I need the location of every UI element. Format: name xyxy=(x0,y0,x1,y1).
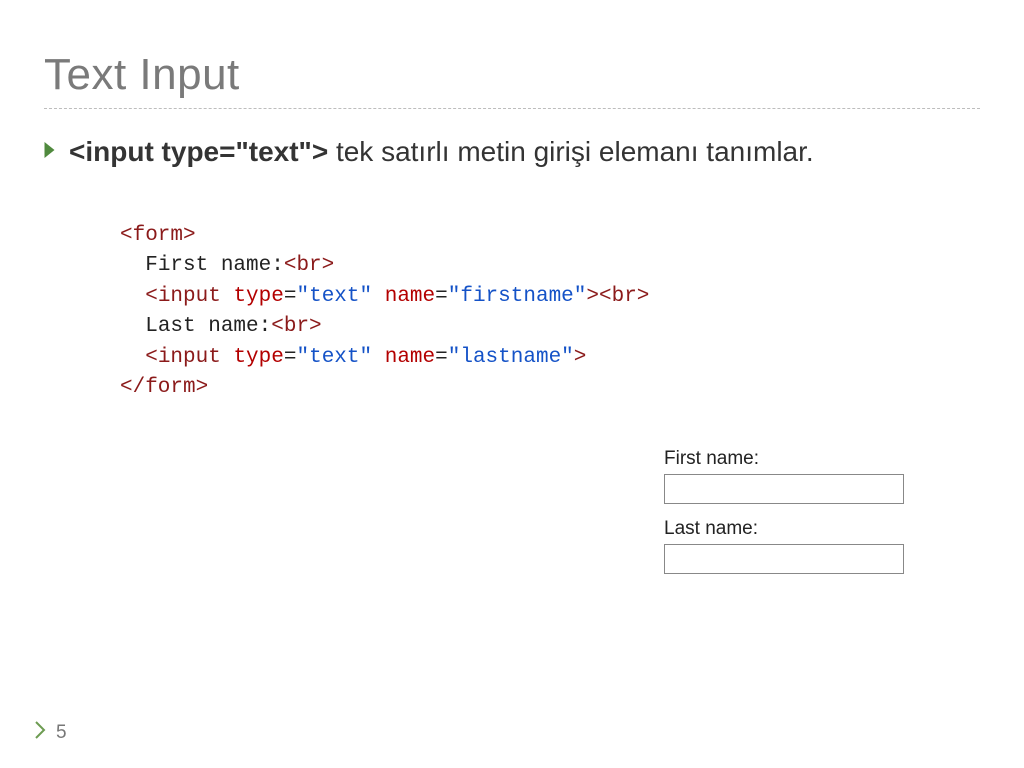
triangle-bullet-icon xyxy=(44,142,55,158)
slide-footer: 5 xyxy=(34,721,67,744)
bullet-rest: tek satırlı metin girişi elemanı tanımla… xyxy=(328,136,814,167)
code-val: "text" xyxy=(296,285,372,308)
code-tag: </form> xyxy=(120,376,208,399)
code-tag: <br> xyxy=(271,315,321,338)
form-demo: First name: Last name: xyxy=(664,448,904,588)
code-tag: <br> xyxy=(599,285,649,308)
slide-title: Text Input xyxy=(44,50,980,100)
title-divider xyxy=(44,108,980,109)
first-name-label: First name: xyxy=(664,448,904,470)
code-tag: > xyxy=(574,346,587,369)
code-tag: <form> xyxy=(120,224,196,247)
bullet-code: <input type="text"> xyxy=(69,136,328,167)
code-tag: <br> xyxy=(284,254,334,277)
code-text: Last name: xyxy=(145,315,271,338)
bullet-item: <input type="text"> tek satırlı metin gi… xyxy=(44,133,980,171)
code-attr: name xyxy=(385,285,435,308)
code-val: "text" xyxy=(296,346,372,369)
code-val: "firstname" xyxy=(448,285,587,308)
code-tag: > xyxy=(586,285,599,308)
code-val: "lastname" xyxy=(448,346,574,369)
chevron-right-icon xyxy=(34,721,46,744)
last-name-label: Last name: xyxy=(664,518,904,540)
code-text: First name: xyxy=(145,254,284,277)
page-number: 5 xyxy=(56,722,67,744)
code-tag: <input xyxy=(145,285,221,308)
code-tag: <input xyxy=(145,346,221,369)
last-name-input[interactable] xyxy=(664,544,904,574)
code-example: <form> First name:<br> <input type="text… xyxy=(120,221,980,404)
code-attr: type xyxy=(233,285,283,308)
slide: Text Input <input type="text"> tek satır… xyxy=(0,0,1024,768)
first-name-input[interactable] xyxy=(664,474,904,504)
bullet-text: <input type="text"> tek satırlı metin gi… xyxy=(69,133,980,171)
code-attr: type xyxy=(233,346,283,369)
code-attr: name xyxy=(385,346,435,369)
